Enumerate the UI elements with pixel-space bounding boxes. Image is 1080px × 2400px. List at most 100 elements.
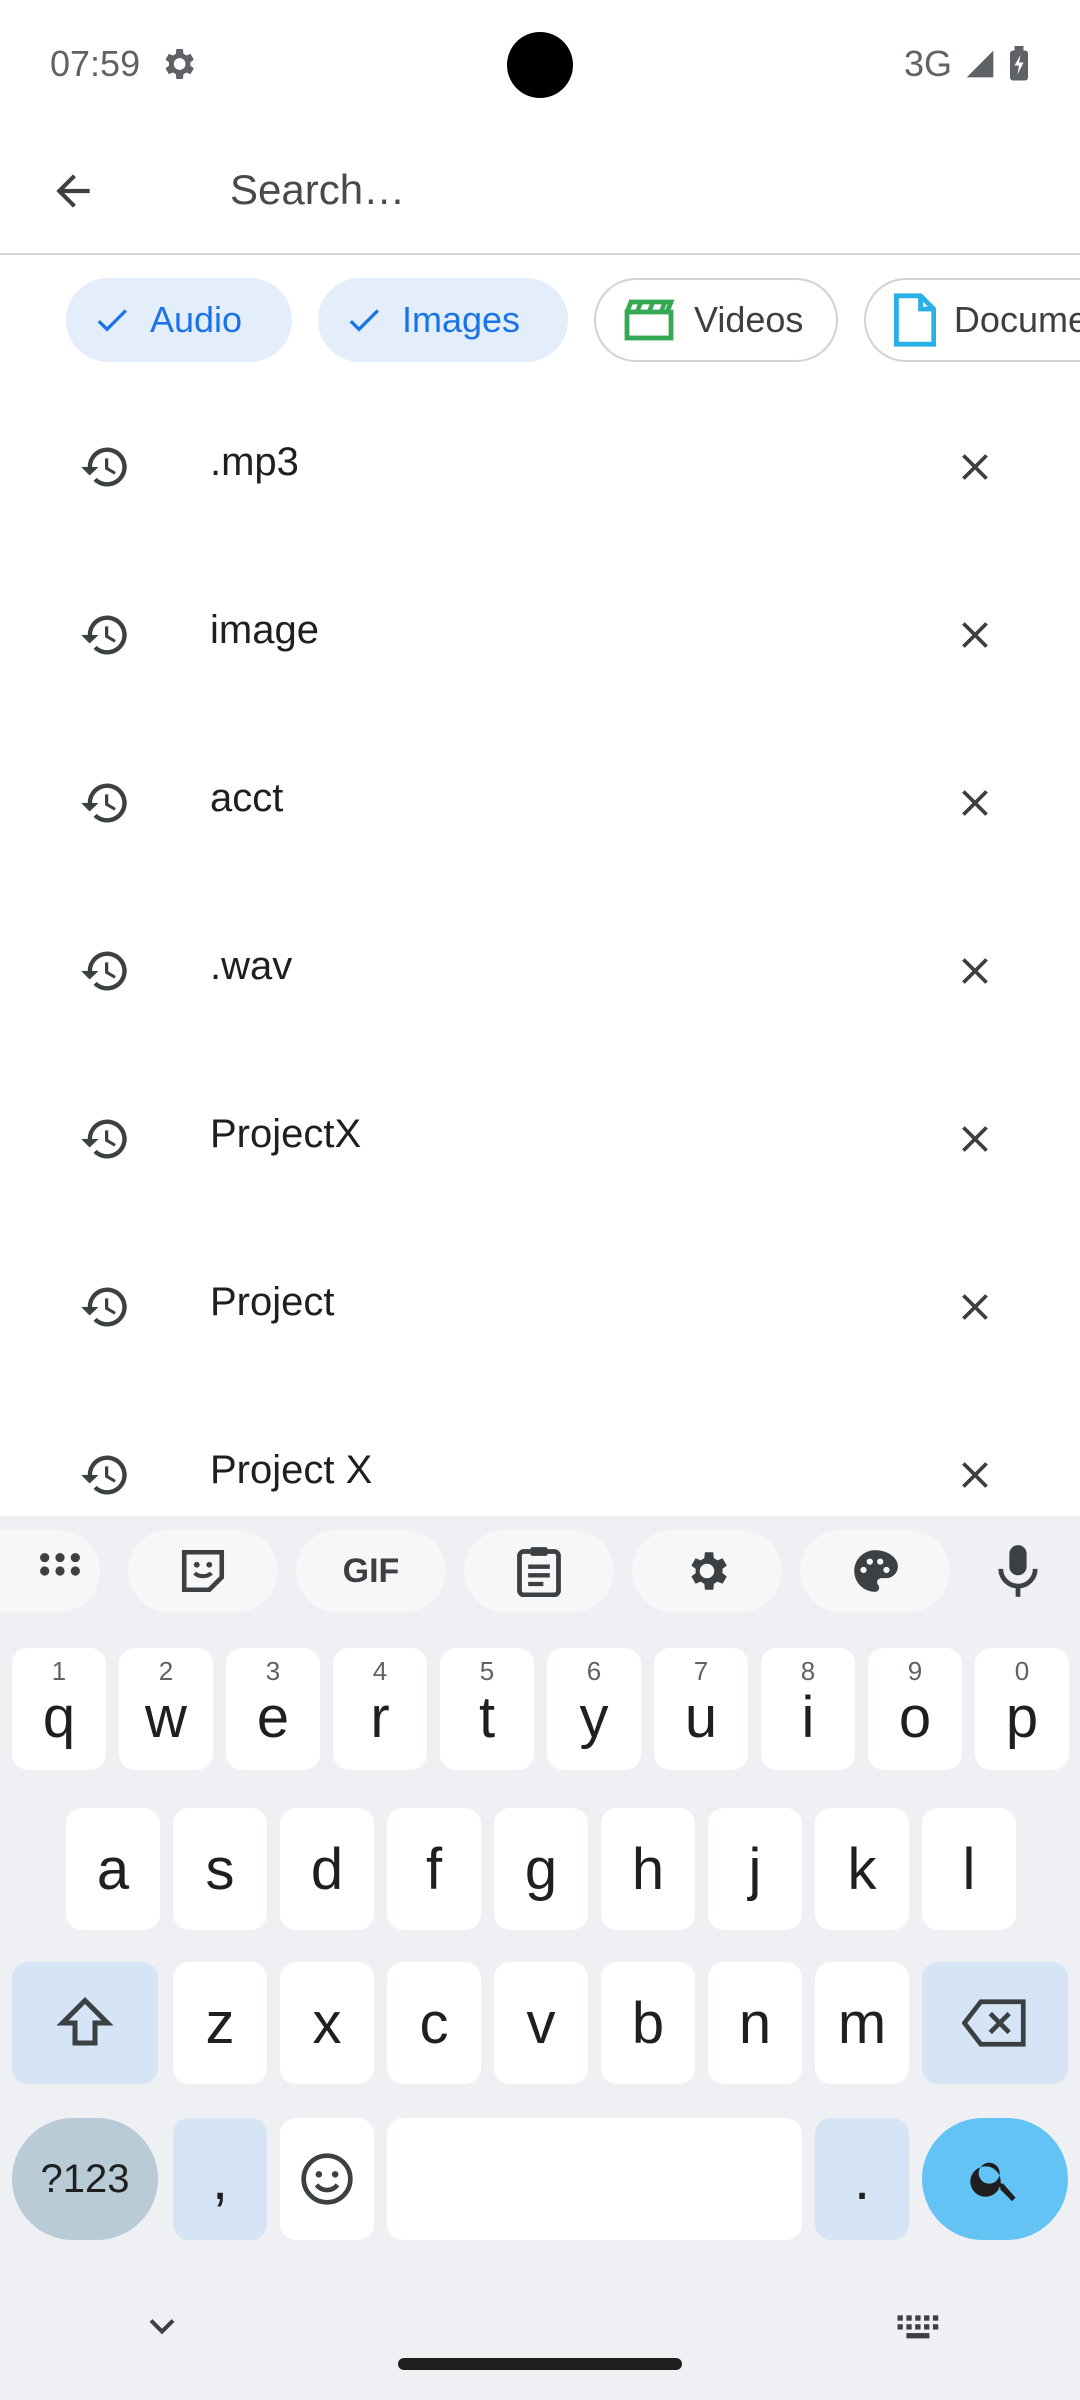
remove-history-button[interactable]	[912, 572, 1038, 698]
search-enter-key[interactable]	[922, 2118, 1068, 2240]
key-d[interactable]: d	[280, 1808, 374, 1930]
chip-audio[interactable]: Audio	[66, 278, 292, 362]
key-f[interactable]: f	[387, 1808, 481, 1930]
emoji-key[interactable]	[280, 2118, 374, 2240]
history-text[interactable]: Project	[210, 1280, 335, 1325]
key-z[interactable]: z	[173, 1962, 267, 2084]
navigation-bar	[0, 2266, 1080, 2400]
clipboard-icon	[517, 1547, 561, 1597]
home-indicator[interactable]	[398, 2358, 682, 2370]
search-icon	[970, 2162, 1016, 2202]
palette-icon	[854, 1550, 898, 1592]
key-r[interactable]: 4r	[333, 1648, 427, 1770]
remove-history-button[interactable]	[912, 740, 1038, 866]
key-e[interactable]: 3e	[226, 1648, 320, 1770]
history-item[interactable]: .mp3	[0, 382, 1080, 550]
space-key[interactable]	[387, 2118, 802, 2240]
document-icon	[893, 293, 936, 347]
key-i[interactable]: 8i	[761, 1648, 855, 1770]
search-divider	[0, 253, 1080, 255]
key-letter: r	[370, 1684, 390, 1750]
back-button[interactable]	[0, 128, 146, 254]
history-item[interactable]: Project X	[0, 1390, 1080, 1516]
key-y[interactable]: 6y	[547, 1648, 641, 1770]
keyboard-toolbar: GIF	[0, 1516, 1080, 1632]
key-letter: a	[96, 1836, 130, 1902]
history-text[interactable]: image	[210, 608, 319, 653]
key-m[interactable]: m	[815, 1962, 909, 2084]
key-q[interactable]: 1q	[12, 1648, 106, 1770]
history-item[interactable]: ProjectX	[0, 1054, 1080, 1222]
key-v[interactable]: v	[494, 1962, 588, 2084]
filter-chips: Audio Images Videos Documents	[0, 258, 1080, 382]
history-icon	[42, 572, 168, 698]
key-g[interactable]: g	[494, 1808, 588, 1930]
close-icon	[962, 1126, 988, 1152]
key-x[interactable]: x	[280, 1962, 374, 2084]
key-label: ,	[211, 2146, 229, 2212]
comma-key[interactable]: ,	[173, 2118, 267, 2240]
key-s[interactable]: s	[173, 1808, 267, 1930]
key-w[interactable]: 2w	[119, 1648, 213, 1770]
gif-button[interactable]: GIF	[296, 1530, 446, 1612]
remove-history-button[interactable]	[912, 1076, 1038, 1202]
keyboard-settings-button[interactable]	[632, 1530, 782, 1612]
key-hint: 8	[800, 1656, 816, 1686]
remove-history-button[interactable]	[912, 1412, 1038, 1516]
history-text[interactable]: .wav	[210, 944, 292, 989]
key-letter: d	[310, 1836, 344, 1902]
key-hint: 9	[907, 1656, 923, 1686]
key-letter: g	[524, 1836, 558, 1902]
history-text[interactable]: .mp3	[210, 440, 299, 485]
key-o[interactable]: 9o	[868, 1648, 962, 1770]
history-text[interactable]: Project X	[210, 1448, 372, 1493]
sticker-button[interactable]	[128, 1530, 278, 1612]
symbols-key[interactable]: ?123	[12, 2118, 158, 2240]
key-p[interactable]: 0p	[975, 1648, 1069, 1770]
shift-key[interactable]	[12, 1962, 158, 2084]
search-input[interactable]	[210, 144, 1058, 236]
key-l[interactable]: l	[922, 1808, 1016, 1930]
key-hint: 3	[265, 1656, 281, 1686]
history-item[interactable]: image	[0, 550, 1080, 718]
key-h[interactable]: h	[601, 1808, 695, 1930]
shift-icon	[56, 1996, 114, 2046]
history-item[interactable]: Project	[0, 1222, 1080, 1390]
remove-history-button[interactable]	[912, 404, 1038, 530]
clipboard-button[interactable]	[464, 1530, 614, 1612]
theme-button[interactable]	[800, 1530, 950, 1612]
voice-input-button[interactable]	[968, 1530, 1068, 1612]
key-j[interactable]: j	[708, 1808, 802, 1930]
period-key[interactable]: .	[815, 2118, 909, 2240]
key-letter: m	[837, 1990, 887, 2056]
remove-history-button[interactable]	[912, 908, 1038, 1034]
switch-keyboard-button[interactable]	[894, 2306, 940, 2351]
key-b[interactable]: b	[601, 1962, 695, 2084]
history-item[interactable]: .wav	[0, 886, 1080, 1054]
key-k[interactable]: k	[815, 1808, 909, 1930]
history-item[interactable]: acct	[0, 718, 1080, 886]
history-icon	[42, 404, 168, 530]
key-c[interactable]: c	[387, 1962, 481, 2084]
hide-keyboard-button[interactable]	[140, 2304, 184, 2353]
history-icon	[42, 908, 168, 1034]
history-text[interactable]: ProjectX	[210, 1112, 361, 1157]
gif-label: GIF	[342, 1551, 400, 1590]
chip-images[interactable]: Images	[318, 278, 568, 362]
chip-documents[interactable]: Documents	[864, 278, 1080, 362]
key-u[interactable]: 7u	[654, 1648, 748, 1770]
key-a[interactable]: a	[66, 1808, 160, 1930]
camera-cutout	[507, 32, 573, 98]
key-n[interactable]: n	[708, 1962, 802, 2084]
remove-history-button[interactable]	[912, 1244, 1038, 1370]
history-icon	[42, 1412, 168, 1516]
key-hint: 7	[693, 1656, 709, 1686]
settings-icon	[691, 1552, 727, 1590]
backspace-key[interactable]	[922, 1962, 1068, 2084]
history-text[interactable]: acct	[210, 776, 283, 821]
key-letter: l	[962, 1836, 976, 1902]
apps-grid-button[interactable]	[0, 1530, 100, 1612]
chip-videos[interactable]: Videos	[594, 278, 838, 362]
key-t[interactable]: 5t	[440, 1648, 534, 1770]
mic-icon	[998, 1545, 1038, 1597]
